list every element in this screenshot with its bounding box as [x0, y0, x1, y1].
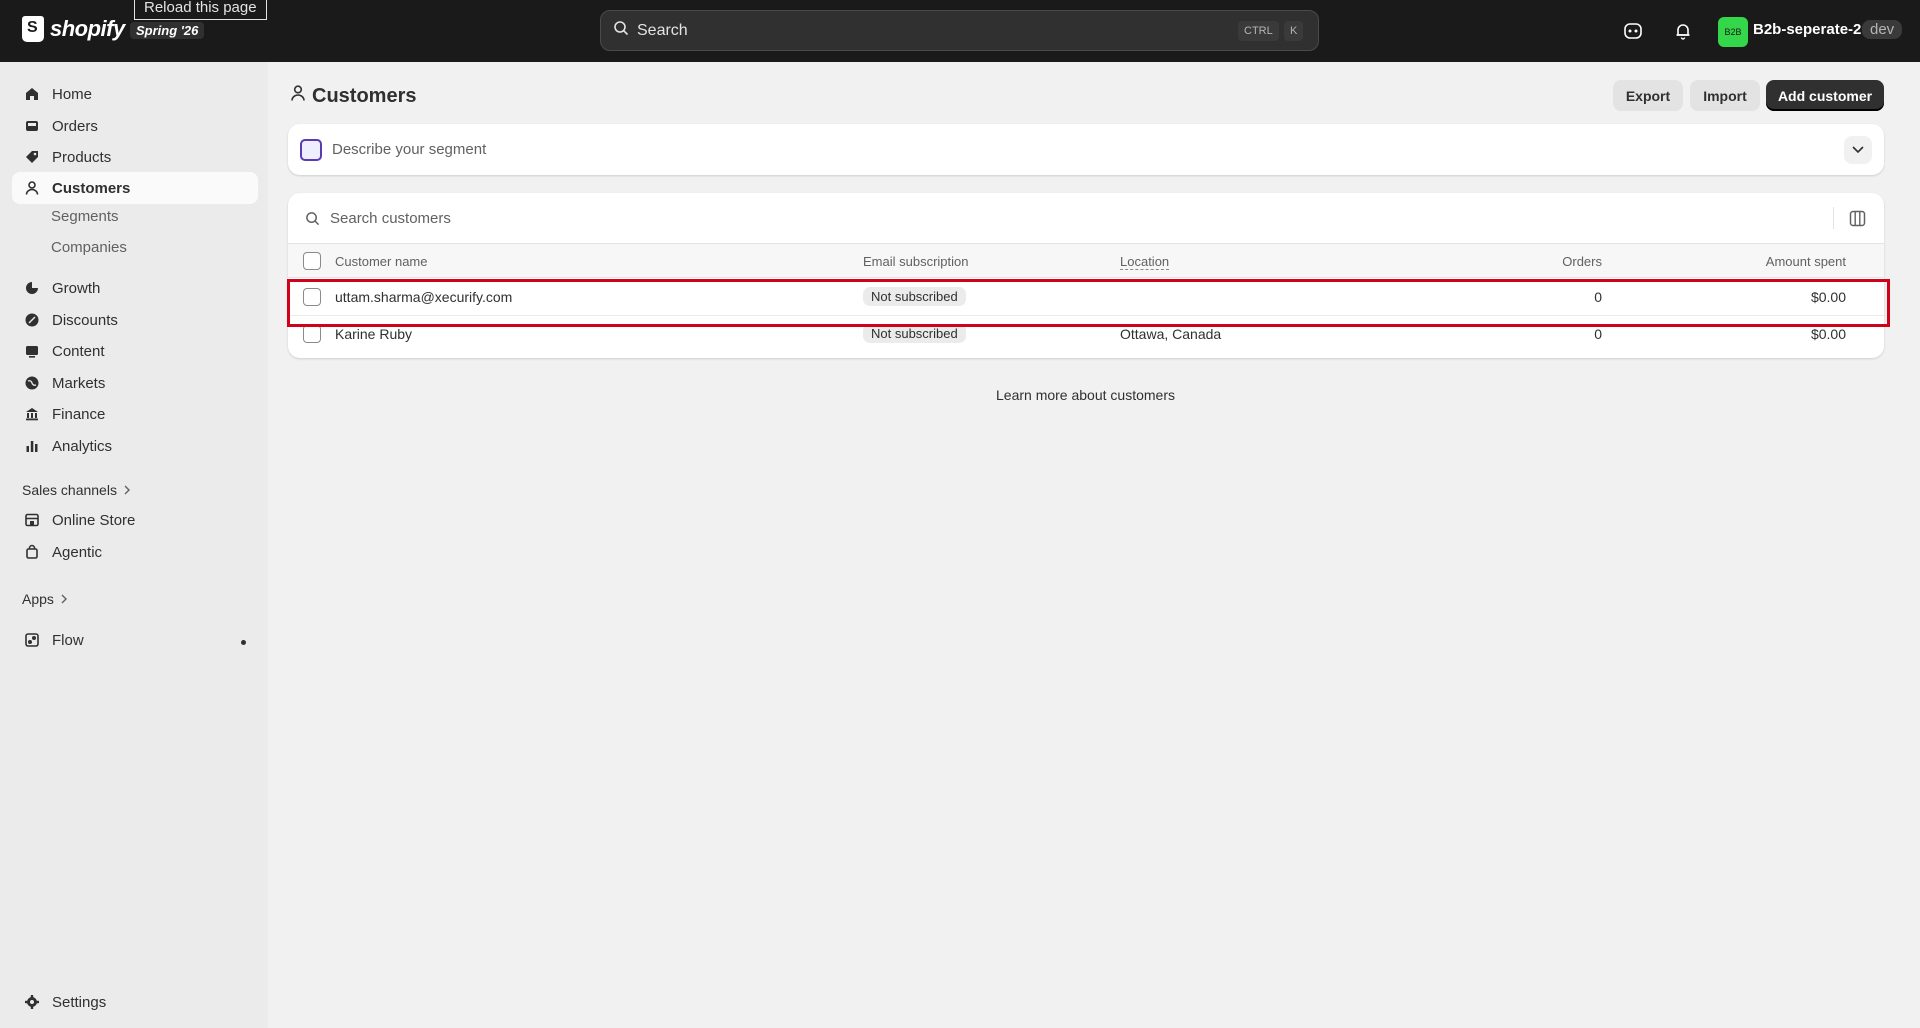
- sidebar-item-segments[interactable]: Segments: [51, 208, 119, 225]
- select-all-checkbox[interactable]: [303, 252, 321, 270]
- sidebar-item-growth[interactable]: Growth: [12, 272, 258, 304]
- add-customer-button[interactable]: Add customer: [1766, 80, 1884, 111]
- customer-location: Ottawa, Canada: [1120, 326, 1222, 342]
- segment-input[interactable]: Describe your segment: [332, 141, 486, 158]
- store-icon: [22, 510, 42, 530]
- shopify-bag-icon: [22, 16, 44, 42]
- chevron-right-icon: [60, 591, 68, 607]
- top-bar: shopify Spring '26 Search CTRL K B2B B2b…: [0, 0, 1920, 62]
- sidebar-item-label: Flow: [52, 631, 84, 649]
- sidebar-item-analytics[interactable]: Analytics: [12, 430, 258, 462]
- reload-tooltip: Reload this page: [134, 0, 267, 20]
- release-badge: Spring '26: [130, 22, 205, 39]
- row-checkbox[interactable]: [303, 325, 321, 343]
- customer-orders: 0: [1594, 326, 1602, 342]
- person-icon: [22, 178, 42, 198]
- row-highlight-box: [287, 279, 1890, 327]
- sidebar-item-label: Products: [52, 148, 112, 166]
- sidekick-segment-icon: [300, 138, 322, 161]
- tag-icon: [22, 147, 42, 167]
- sidebar-item-discounts[interactable]: Discounts: [12, 304, 258, 336]
- chevron-down-icon[interactable]: [1844, 136, 1872, 164]
- customer-search-input[interactable]: Search customers: [330, 210, 451, 227]
- person-icon: [290, 84, 306, 108]
- column-header-amount[interactable]: Amount spent: [1766, 254, 1846, 269]
- sidebar-item-label: Finance: [52, 405, 106, 423]
- apps-section[interactable]: Apps: [22, 591, 68, 607]
- sidebar-item-label: Orders: [52, 117, 98, 135]
- brand-name: shopify: [50, 16, 125, 41]
- sidebar-item-flow[interactable]: Flow: [12, 624, 258, 656]
- shortcut-k: K: [1284, 21, 1304, 41]
- sidebar-item-content[interactable]: Content: [12, 335, 258, 367]
- page-title: Customers: [290, 84, 416, 108]
- growth-icon: [22, 278, 42, 298]
- sidebar: Home Orders Products Customers Segments …: [0, 62, 268, 1028]
- search-icon: [613, 20, 629, 41]
- learn-more-link[interactable]: Learn more about customers: [996, 387, 1175, 403]
- chevron-right-icon: [123, 482, 131, 498]
- sidebar-item-settings[interactable]: Settings: [12, 986, 258, 1018]
- segment-editor[interactable]: Describe your segment: [288, 124, 1884, 175]
- sidebar-item-home[interactable]: Home: [12, 78, 258, 110]
- column-header-subscription[interactable]: Email subscription: [863, 254, 969, 269]
- columns-icon[interactable]: [1846, 207, 1868, 229]
- table-header: Customer name Email subscription Locatio…: [288, 243, 1884, 278]
- gear-icon: [22, 992, 42, 1012]
- sidebar-item-label: Home: [52, 85, 93, 103]
- sidebar-item-label: Agentic: [52, 543, 103, 561]
- store-name[interactable]: B2b-seperate-2: [1753, 21, 1861, 38]
- env-badge: dev: [1862, 20, 1903, 39]
- table-search[interactable]: Search customers: [288, 193, 1884, 243]
- sidebar-item-agentic[interactable]: Agentic: [12, 536, 258, 568]
- sidebar-item-online-store[interactable]: Online Store: [12, 504, 258, 536]
- export-button[interactable]: Export: [1613, 80, 1683, 111]
- bell-icon[interactable]: [1671, 19, 1695, 43]
- inbox-icon: [22, 116, 42, 136]
- divider: [1833, 207, 1834, 229]
- sidebar-item-label: Content: [52, 342, 105, 360]
- sidebar-item-label: Growth: [52, 279, 101, 297]
- bag-icon: [22, 542, 42, 562]
- sales-channels-section[interactable]: Sales channels: [22, 482, 131, 498]
- store-avatar[interactable]: B2B: [1718, 17, 1748, 47]
- sidebar-item-label: Analytics: [52, 437, 113, 455]
- bar-chart-icon: [22, 436, 42, 456]
- page-title-text: Customers: [312, 84, 417, 107]
- sidebar-item-orders[interactable]: Orders: [12, 110, 258, 142]
- search-input[interactable]: Search: [637, 22, 688, 40]
- flow-status-dot: [241, 640, 246, 645]
- learn-more-link-container: Learn more about customers: [0, 387, 1920, 403]
- global-search[interactable]: Search CTRL K: [600, 10, 1319, 51]
- sidebar-item-products[interactable]: Products: [12, 141, 258, 173]
- sidebar-item-label: Settings: [52, 993, 107, 1011]
- sidebar-item-customers[interactable]: Customers: [12, 172, 258, 204]
- section-label: Sales channels: [22, 482, 117, 498]
- column-header-orders[interactable]: Orders: [1562, 254, 1602, 269]
- home-icon: [22, 84, 42, 104]
- section-label: Apps: [22, 591, 54, 607]
- sidebar-item-label: Customers: [52, 179, 131, 197]
- shopify-logo[interactable]: shopify: [22, 16, 125, 42]
- customers-table: Search customers Customer name Email sub…: [288, 193, 1884, 358]
- sidebar-item-companies[interactable]: Companies: [51, 239, 127, 256]
- shortcut-ctrl: CTRL: [1238, 21, 1279, 41]
- column-header-name[interactable]: Customer name: [335, 254, 427, 269]
- sidekick-icon[interactable]: [1621, 19, 1645, 43]
- sidebar-item-label: Discounts: [52, 311, 118, 329]
- content-icon: [22, 341, 42, 361]
- discount-icon: [22, 310, 42, 330]
- sidebar-item-label: Online Store: [52, 511, 136, 529]
- bank-icon: [22, 404, 42, 424]
- import-button[interactable]: Import: [1690, 80, 1760, 111]
- customer-name[interactable]: Karine Ruby: [335, 326, 412, 342]
- flow-icon: [22, 630, 42, 650]
- column-header-location[interactable]: Location: [1120, 254, 1170, 270]
- search-icon: [305, 211, 320, 226]
- customer-amount: $0.00: [1810, 326, 1846, 342]
